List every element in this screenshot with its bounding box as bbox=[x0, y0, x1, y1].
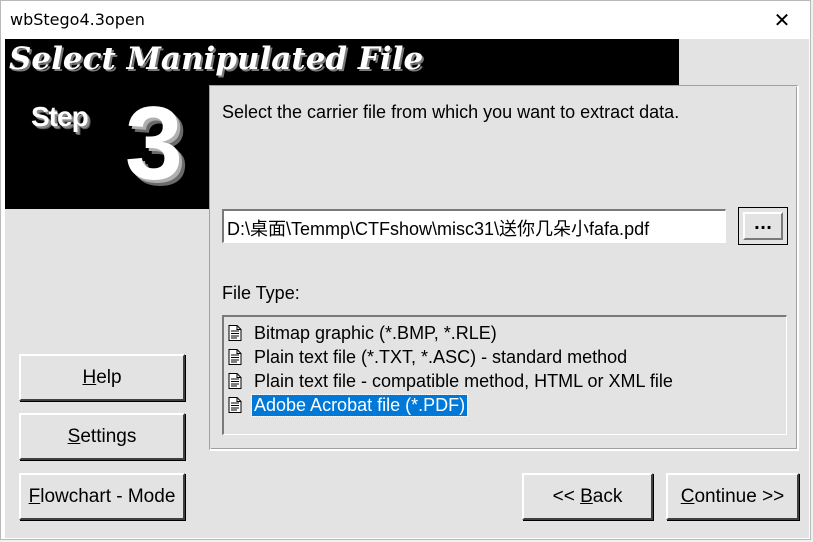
back-button[interactable]: << Back bbox=[522, 473, 653, 520]
document-icon bbox=[228, 397, 242, 413]
file-type-item-txt-compatible[interactable]: Plain text file - compatible method, HTM… bbox=[224, 369, 786, 393]
continue-button[interactable]: Continue >> bbox=[666, 473, 799, 520]
back-button-mnemonic: B bbox=[580, 485, 593, 507]
back-button-label: ack bbox=[592, 485, 623, 507]
browse-button[interactable]: ... bbox=[738, 207, 788, 245]
file-type-item-bmp[interactable]: Bitmap graphic (*.BMP, *.RLE) bbox=[224, 321, 786, 345]
document-icon bbox=[228, 349, 242, 365]
flowchart-button-mnemonic: F bbox=[28, 485, 41, 507]
window-title: wbStego4.3open bbox=[10, 10, 145, 29]
back-button-arrows: << bbox=[552, 485, 581, 507]
carrier-file-path-input[interactable]: D:\桌面\Temmp\CTFshow\misc31\送你几朵小fafa.pdf bbox=[222, 209, 726, 243]
help-button-label: elp bbox=[96, 366, 122, 388]
document-icon bbox=[228, 373, 242, 389]
file-type-item-pdf[interactable]: Adobe Acrobat file (*.PDF) bbox=[224, 393, 786, 417]
settings-button[interactable]: Settings bbox=[19, 413, 185, 460]
header-banner: Select Manipulated File bbox=[5, 39, 679, 85]
continue-button-mnemonic: C bbox=[680, 485, 695, 507]
title-bar[interactable]: wbStego4.3open ✕ bbox=[1, 1, 810, 39]
page-title: Select Manipulated File bbox=[9, 41, 424, 77]
flowchart-mode-button[interactable]: Flowchart - Mode bbox=[19, 473, 185, 520]
instruction-text: Select the carrier file from which you w… bbox=[222, 102, 680, 122]
continue-button-label: ontinue >> bbox=[694, 485, 785, 507]
file-type-item-txt-standard[interactable]: Plain text file (*.TXT, *.ASC) - standar… bbox=[224, 345, 786, 369]
file-type-label-txt-standard: Plain text file (*.TXT, *.ASC) - standar… bbox=[254, 346, 628, 367]
close-icon[interactable]: ✕ bbox=[754, 1, 810, 39]
browse-button-label: ... bbox=[743, 212, 783, 240]
step-indicator: Step 3 bbox=[5, 85, 209, 209]
flowchart-button-label: lowchart - Mode bbox=[40, 485, 176, 507]
file-type-label-bmp: Bitmap graphic (*.BMP, *.RLE) bbox=[254, 322, 497, 343]
step-number: 3 bbox=[125, 86, 183, 202]
help-button[interactable]: Help bbox=[19, 354, 185, 401]
step-label: Step bbox=[31, 101, 89, 132]
file-type-label-txt-compatible: Plain text file - compatible method, HTM… bbox=[254, 370, 673, 391]
app-window: wbStego4.3open ✕ Select Manipulated File… bbox=[0, 0, 811, 540]
file-type-label-pdf: Adobe Acrobat file (*.PDF) bbox=[250, 393, 469, 417]
help-button-mnemonic: H bbox=[82, 366, 97, 388]
file-type-list[interactable]: Bitmap graphic (*.BMP, *.RLE) Plain text… bbox=[222, 315, 787, 435]
wizard-client-area: Select Manipulated File Step 3 Select th… bbox=[5, 39, 809, 538]
file-type-label: File Type: bbox=[222, 283, 300, 303]
settings-button-mnemonic: S bbox=[67, 425, 81, 447]
document-icon bbox=[228, 325, 242, 341]
settings-button-label: ettings bbox=[80, 425, 137, 447]
